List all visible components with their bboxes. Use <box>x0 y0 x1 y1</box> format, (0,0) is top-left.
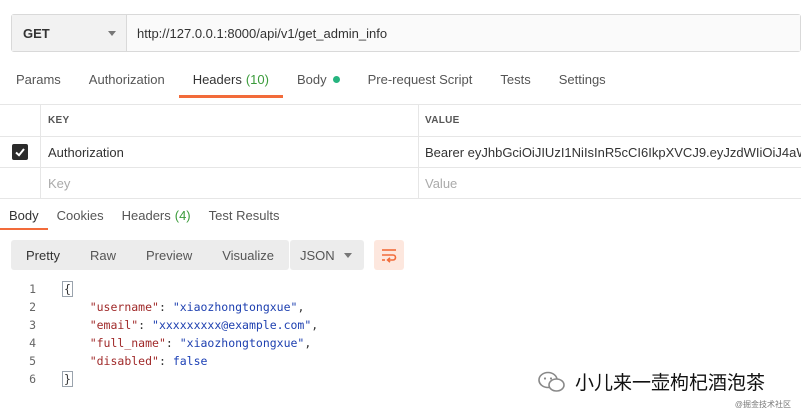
watermark: 小儿来一壶枸杞酒泡茶 <box>537 368 765 395</box>
response-tabs: Body Cookies Headers (4) Test Results <box>0 200 288 230</box>
code-line: 3 "email": "xxxxxxxxx@example.com", <box>0 316 318 334</box>
watermark-text: 小儿来一壶枸杞酒泡茶 <box>575 373 766 394</box>
wechat-icon <box>538 371 565 392</box>
column-header-key: KEY <box>41 105 419 136</box>
json-key: "username" <box>89 300 159 314</box>
response-headers-count: (4) <box>174 207 191 223</box>
headers-count: (10) <box>245 71 269 87</box>
response-tab-headers[interactable]: Headers (4) <box>113 200 200 230</box>
code-line: 2 "username": "xiaozhongtongxue", <box>0 298 318 316</box>
json-value: "xxxxxxxxx@example.com" <box>152 318 312 332</box>
tab-tests[interactable]: Tests <box>486 60 544 98</box>
view-visualize-button[interactable]: Visualize <box>207 240 289 270</box>
request-bar: GET http://127.0.0.1:8000/api/v1/get_adm… <box>11 14 801 52</box>
chevron-down-icon <box>108 30 116 36</box>
view-raw-button[interactable]: Raw <box>75 240 131 270</box>
close-brace: } <box>62 371 73 387</box>
response-tab-cookies[interactable]: Cookies <box>48 200 113 230</box>
line-number: 4 <box>29 336 36 350</box>
check-icon <box>15 148 25 157</box>
json-value: "xiaozhongtongxue" <box>179 336 305 350</box>
column-header-value: VALUE <box>425 115 460 126</box>
line-number: 1 <box>29 282 36 296</box>
header-value-cell[interactable]: Bearer eyJhbGciOiJIUzI1NiIsInR5cCI6IkpXV… <box>419 137 801 167</box>
table-row: Authorization Bearer eyJhbGciOiJIUzI1NiI… <box>0 137 801 168</box>
view-pretty-button[interactable]: Pretty <box>11 240 75 270</box>
header-key-cell[interactable]: Authorization <box>41 137 419 167</box>
json-value: false <box>172 354 208 368</box>
url-input[interactable]: http://127.0.0.1:8000/api/v1/get_admin_i… <box>127 15 800 51</box>
code-line: 6 } <box>0 370 318 388</box>
value-input[interactable]: Value <box>419 168 801 198</box>
open-brace: { <box>62 281 73 297</box>
wrap-icon <box>382 249 397 263</box>
line-number: 3 <box>29 318 36 332</box>
table-header-row: KEY VALUE <box>0 105 801 137</box>
tab-body[interactable]: Body <box>283 60 354 98</box>
status-dot-icon <box>332 75 340 83</box>
json-key: "full_name" <box>89 336 166 350</box>
url-text: http://127.0.0.1:8000/api/v1/get_admin_i… <box>137 25 388 41</box>
method-label: GET <box>23 25 50 41</box>
view-mode-group: Pretty Raw Preview Visualize <box>11 240 290 270</box>
json-value: "xiaozhongtongxue" <box>172 300 298 314</box>
tab-headers[interactable]: Headers (10) <box>178 60 284 98</box>
enabled-checkbox[interactable] <box>12 144 28 160</box>
line-number: 6 <box>29 372 36 386</box>
watermark-source: @掘金技术社区 <box>734 400 791 409</box>
code-line: 5 "disabled": false <box>0 352 318 370</box>
new-header-row: Key Value <box>0 168 801 199</box>
tab-params[interactable]: Params <box>0 60 75 98</box>
response-tab-body[interactable]: Body <box>0 200 48 230</box>
headers-table: KEY VALUE Authorization Bearer eyJhbGciO… <box>0 104 801 199</box>
request-tabs: Params Authorization Headers (10) Body P… <box>0 60 620 98</box>
line-number: 2 <box>29 300 36 314</box>
format-select[interactable]: JSON <box>290 240 364 270</box>
tab-settings[interactable]: Settings <box>545 60 620 98</box>
wrap-lines-button[interactable] <box>374 240 404 270</box>
code-line: 4 "full_name": "xiaozhongtongxue", <box>0 334 318 352</box>
response-tab-test-results[interactable]: Test Results <box>200 200 289 230</box>
line-number: 5 <box>29 354 36 368</box>
tab-pre-request-script[interactable]: Pre-request Script <box>354 60 487 98</box>
chevron-down-icon <box>344 252 352 258</box>
method-select[interactable]: GET <box>12 15 127 51</box>
format-label: JSON <box>300 247 335 263</box>
code-line: 1 { <box>0 280 318 298</box>
key-input[interactable]: Key <box>41 168 419 198</box>
json-key: "disabled" <box>89 354 159 368</box>
response-body-code: 1 { 2 "username": "xiaozhongtongxue", 3 … <box>0 280 318 388</box>
json-key: "email" <box>89 318 139 332</box>
tab-authorization[interactable]: Authorization <box>75 60 179 98</box>
view-preview-button[interactable]: Preview <box>131 240 207 270</box>
